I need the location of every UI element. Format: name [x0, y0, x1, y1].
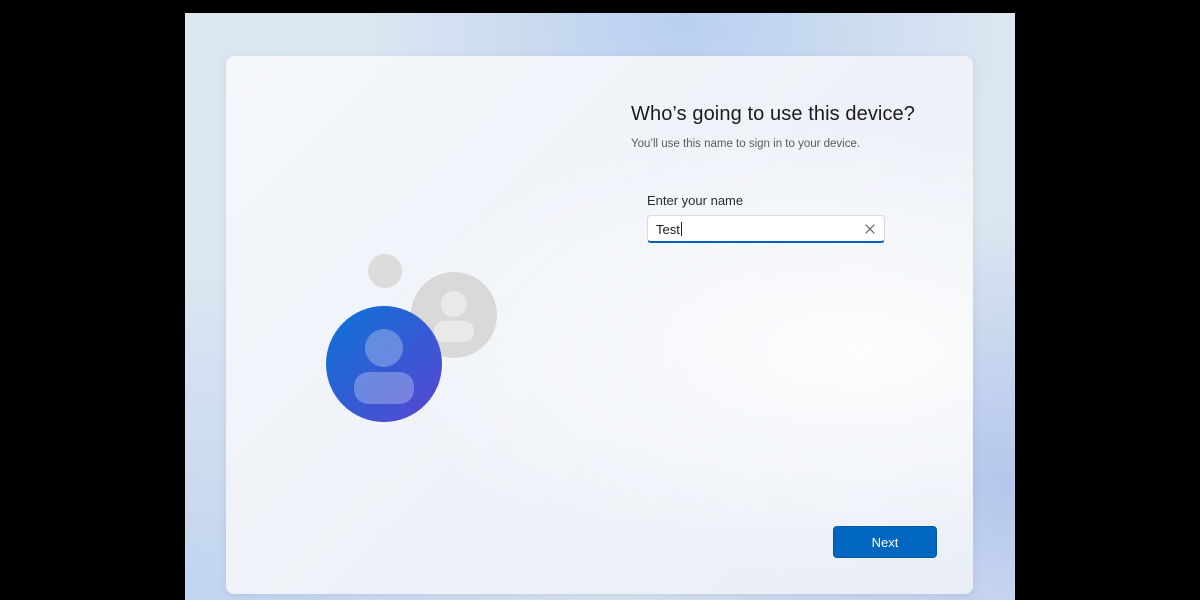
- users-illustration-icon: [321, 236, 511, 426]
- setup-screen: Who’s going to use this device? You’ll u…: [185, 13, 1015, 600]
- setup-card: Who’s going to use this device? You’ll u…: [226, 56, 973, 594]
- name-input-text: Test: [656, 222, 680, 237]
- clear-input-button[interactable]: [860, 219, 880, 239]
- page-subtitle: You’ll use this name to sign in to your …: [631, 138, 861, 150]
- next-button[interactable]: Next: [833, 526, 937, 558]
- page-title: Who’s going to use this device?: [631, 103, 916, 125]
- setup-content: Who’s going to use this device? You’ll u…: [631, 100, 951, 152]
- name-input[interactable]: Test: [647, 215, 885, 243]
- text-caret: [680, 222, 682, 236]
- close-icon: [865, 224, 875, 234]
- name-field-label: Enter your name: [647, 193, 744, 208]
- name-input-value[interactable]: Test: [656, 222, 682, 237]
